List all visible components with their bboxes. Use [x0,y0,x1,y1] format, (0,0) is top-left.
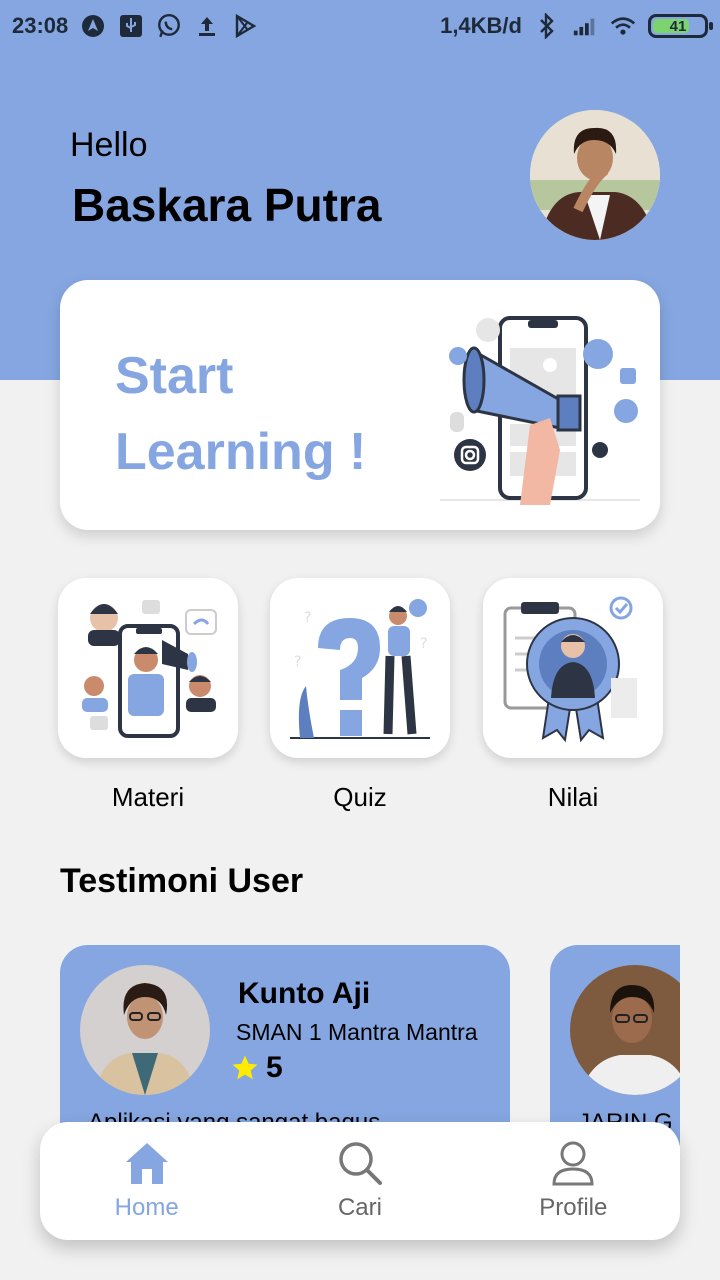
testimonial-school: SMAN 1 Mantra Mantra [236,1019,478,1045]
nav-item-profile[interactable]: Profile [483,1140,663,1222]
signal-icon [572,13,598,39]
greeting-hello: Hello [70,126,148,164]
network-speed: 1,4KB/d [440,13,522,38]
battery-level: 41 [669,17,687,35]
materi-illustration [82,600,217,738]
wifi-icon [610,13,636,39]
status-time: 23:08 [12,13,69,38]
bluetooth-icon [534,13,560,39]
bottom-navigation: Home Cari Profile [40,1122,680,1240]
user-avatar[interactable] [530,110,660,240]
menu-label-nilai: Nilai [547,782,599,812]
svg-text:?: ? [304,610,311,626]
start-learning-title: Start Learning ! [115,347,367,481]
testimonial-card[interactable]: JARIN G [550,945,680,1145]
menu-label-quiz: Quiz [333,782,387,812]
quiz-illustration: ? ? ? [290,599,430,739]
menu-tile-materi[interactable] [58,578,238,758]
nav-item-home[interactable]: Home [57,1140,237,1222]
profile-icon [552,1141,594,1186]
start-learning-card[interactable]: Start Learning ! [60,280,660,530]
testimoni-section-title: Testimoni User [60,862,304,900]
battery-icon: 41 [648,14,713,38]
testimonial-avatar [570,965,680,1095]
svg-text:?: ? [294,654,301,670]
status-bar-right: 1,4KB/d 41 [440,13,713,39]
testimonial-rating-value: 5 [266,1051,283,1084]
user-name: Baskara Putra [72,179,382,231]
navigation-icon [80,13,106,39]
search-icon [339,1142,382,1185]
play-store-icon [232,13,258,39]
status-bar-left: 23:08 [12,13,258,39]
testimonial-name: Kunto Aji [238,977,371,1010]
menu-label-materi: Materi [111,782,185,812]
nilai-illustration [503,596,637,743]
home-icon [125,1143,168,1184]
testimonial-rating: 5 [230,1051,283,1085]
testimonial-card[interactable]: Kunto Aji SMAN 1 Mantra Mantra 5 Aplikas… [60,945,510,1145]
menu-tile-nilai[interactable] [483,578,663,758]
menu-tile-quiz[interactable]: ? ? ? [270,578,450,758]
usb-icon [118,13,144,39]
testimonial-carousel[interactable]: Kunto Aji SMAN 1 Mantra Mantra 5 Aplikas… [60,945,680,1145]
upload-icon [194,13,220,39]
svg-text:?: ? [420,636,427,652]
whatsapp-icon [156,13,182,39]
testimonial-avatar [80,965,210,1095]
nav-label-home: Home [114,1194,179,1221]
star-icon [232,1055,258,1080]
status-bar: 23:08 1,4KB/d 41 [0,0,720,52]
nav-item-cari[interactable]: Cari [270,1140,450,1222]
nav-label-cari: Cari [337,1194,382,1221]
nav-label-profile: Profile [539,1194,608,1221]
megaphone-phone-illustration [440,300,650,510]
